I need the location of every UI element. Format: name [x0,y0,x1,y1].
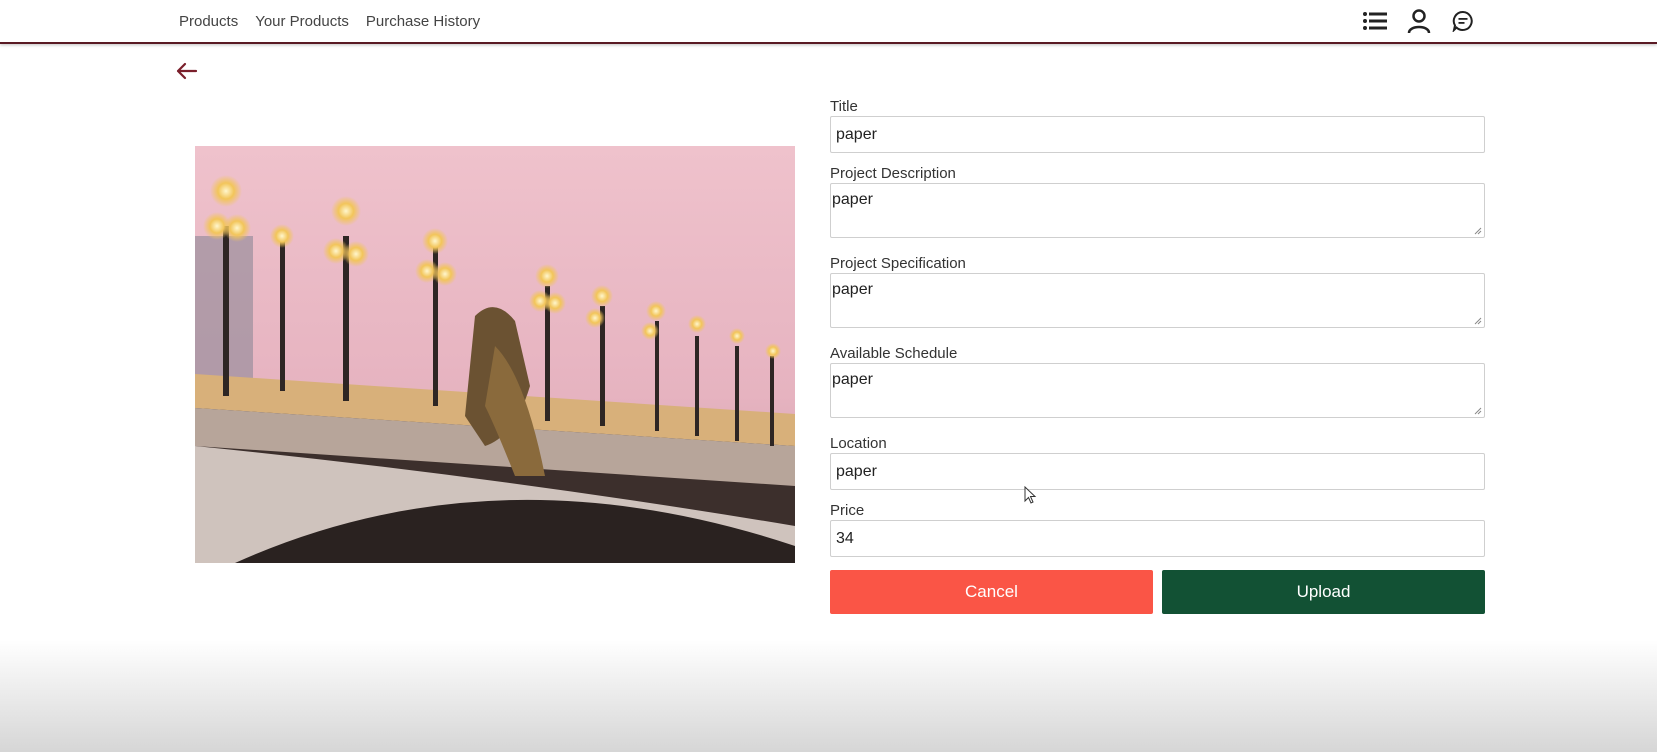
chat-icon[interactable] [1450,8,1476,34]
top-navbar: Products Your Products Purchase History [0,0,1657,44]
nav-link-purchase-history[interactable]: Purchase History [366,12,480,32]
cancel-button[interactable]: Cancel [830,570,1153,614]
resize-grip-icon[interactable] [1474,317,1482,325]
back-arrow-icon[interactable] [174,58,200,84]
specification-label: Project Specification [830,255,966,272]
description-label: Project Description [830,165,956,182]
price-input[interactable]: 34 [830,520,1485,557]
title-input[interactable]: paper [830,116,1485,153]
product-form: Title paper Project Description paper Pr… [830,98,1485,557]
location-input[interactable]: paper [830,453,1485,490]
list-icon[interactable] [1362,8,1388,34]
title-label: Title [830,98,858,115]
upload-button[interactable]: Upload [1162,570,1485,614]
description-value: paper [832,191,873,208]
schedule-textarea[interactable]: paper [830,363,1485,418]
product-image [195,146,795,563]
user-icon[interactable] [1406,8,1432,34]
nav-links: Products Your Products Purchase History [179,12,480,32]
nav-icons [1362,8,1476,34]
mouse-cursor-icon [1024,486,1037,504]
price-label: Price [830,502,865,519]
schedule-value: paper [832,371,873,388]
specification-textarea[interactable]: paper [830,273,1485,328]
resize-grip-icon[interactable] [1474,227,1482,235]
location-label: Location [830,435,887,452]
resize-grip-icon[interactable] [1474,407,1482,415]
schedule-label: Available Schedule [830,345,958,362]
description-textarea[interactable]: paper [830,183,1485,238]
nav-link-your-products[interactable]: Your Products [255,12,349,32]
specification-value: paper [832,281,873,298]
nav-link-products[interactable]: Products [179,12,238,32]
page-footer-fade [0,640,1657,752]
form-actions: Cancel Upload [830,570,1485,614]
